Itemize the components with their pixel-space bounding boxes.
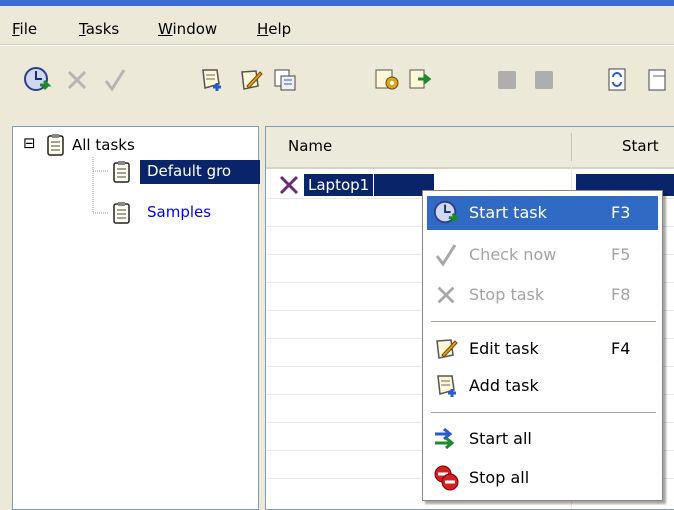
column-divider[interactable] xyxy=(571,133,572,161)
menu-item-label: Add task xyxy=(469,376,539,395)
menu-tasks-label: asks xyxy=(85,20,120,38)
toolbar-add-task-button[interactable] xyxy=(194,63,228,97)
menu-window[interactable]: Window xyxy=(158,20,217,38)
menu-item-stop-task[interactable]: Stop task F8 xyxy=(427,278,658,312)
tree-item-samples[interactable]: Samples xyxy=(147,203,211,221)
icon-slot xyxy=(431,241,461,269)
menu-file[interactable]: File xyxy=(12,20,37,38)
menu-file-label: ile xyxy=(19,20,38,38)
toolbar-check-now-button[interactable] xyxy=(98,63,132,97)
task-name-cell[interactable]: Laptop1 xyxy=(304,174,374,196)
properties-icon xyxy=(274,69,296,91)
menu-item-label: Stop task xyxy=(469,285,545,304)
gray-square-icon xyxy=(535,71,553,89)
icon-slot xyxy=(431,372,461,400)
column-header-start[interactable]: Start xyxy=(622,137,659,155)
menu-separator xyxy=(431,321,656,323)
gray-square-icon xyxy=(498,71,516,89)
clipboard-icon xyxy=(113,161,130,183)
menu-item-shortcut: F4 xyxy=(611,339,631,358)
clipboard-icon xyxy=(47,134,64,156)
icon-slot xyxy=(431,464,461,492)
toolbar-settings-button[interactable] xyxy=(370,63,404,97)
menu-item-start-all[interactable]: Start all xyxy=(427,422,658,456)
tree-item-default-group[interactable]: Default gro xyxy=(140,160,260,184)
stop-all-icon xyxy=(434,465,459,491)
edit-task-icon xyxy=(241,70,263,90)
menu-item-check-now[interactable]: Check now F5 xyxy=(427,238,658,272)
toolbar-divider xyxy=(0,45,674,46)
menu-help-label: elp xyxy=(268,20,292,38)
column-header-name[interactable]: Name xyxy=(288,137,332,155)
toolbar-start-task-button[interactable] xyxy=(20,63,54,97)
icon-slot xyxy=(431,335,461,363)
add-task-icon xyxy=(437,375,456,397)
export-icon xyxy=(409,69,432,89)
clock-start-icon xyxy=(433,200,460,224)
task-tree: ⊟ All tasks Default gro Samples xyxy=(12,126,260,510)
menu-item-label: Start task xyxy=(469,203,547,222)
menu-tasks-mnemonic: T xyxy=(79,20,86,38)
check-icon xyxy=(435,244,457,267)
menu-separator xyxy=(431,412,656,414)
toolbar-stop-task-button[interactable] xyxy=(60,63,94,97)
menu-item-add-task[interactable]: Add task xyxy=(427,369,658,403)
menu-tasks[interactable]: Tasks xyxy=(79,20,119,38)
edit-task-icon xyxy=(436,339,458,359)
menu-window-mnemonic: W xyxy=(158,20,173,38)
menu-item-shortcut: F5 xyxy=(611,245,631,264)
menu-window-label: indow xyxy=(172,20,218,38)
menu-item-stop-all[interactable]: Stop all xyxy=(427,461,658,495)
menu-help[interactable]: Help xyxy=(257,20,291,38)
check-icon xyxy=(104,69,126,92)
list-header: Name Start xyxy=(266,127,674,169)
tree-root-label[interactable]: All tasks xyxy=(72,136,135,154)
add-task-icon xyxy=(202,69,221,91)
toolbar xyxy=(0,45,674,113)
menu-item-label: Check now xyxy=(469,245,557,264)
menu-help-mnemonic: H xyxy=(257,20,269,38)
menu-item-start-task[interactable]: Start task F3 xyxy=(427,196,658,230)
menu-item-shortcut: F3 xyxy=(611,203,631,222)
toolbar-edit-task-button[interactable] xyxy=(234,63,268,97)
menu-bar: File Tasks Window Help xyxy=(0,6,674,45)
menu-item-label: Start all xyxy=(469,429,532,448)
refresh-icon xyxy=(608,68,626,91)
document-icon xyxy=(648,69,666,91)
menu-file-mnemonic: F xyxy=(12,20,20,38)
clipboard-icon xyxy=(113,202,130,224)
icon-slot xyxy=(431,199,461,227)
start-all-icon xyxy=(435,427,455,450)
menu-item-edit-task[interactable]: Edit task F4 xyxy=(427,332,658,366)
toolbar-export-button[interactable] xyxy=(403,63,437,97)
menu-item-shortcut: F8 xyxy=(611,285,631,304)
toolbar-disabled-button-1[interactable] xyxy=(490,63,524,97)
menu-item-label: Stop all xyxy=(469,468,530,487)
toolbar-properties-button[interactable] xyxy=(268,63,302,97)
toolbar-refresh-button[interactable] xyxy=(601,63,635,97)
cross-stop-icon xyxy=(437,286,455,304)
menu-item-label: Edit task xyxy=(469,339,539,358)
clock-start-icon xyxy=(24,67,52,91)
settings-icon xyxy=(375,69,399,90)
toolbar-clipped-button[interactable] xyxy=(646,63,674,97)
icon-slot xyxy=(431,281,461,309)
toolbar-disabled-button-2[interactable] xyxy=(527,63,561,97)
icon-slot xyxy=(431,425,461,453)
cross-stop-icon xyxy=(67,70,87,90)
red-cross-icon xyxy=(279,175,299,195)
context-menu: Start task F3 Check now F5 Stop task F8 … xyxy=(422,190,663,501)
